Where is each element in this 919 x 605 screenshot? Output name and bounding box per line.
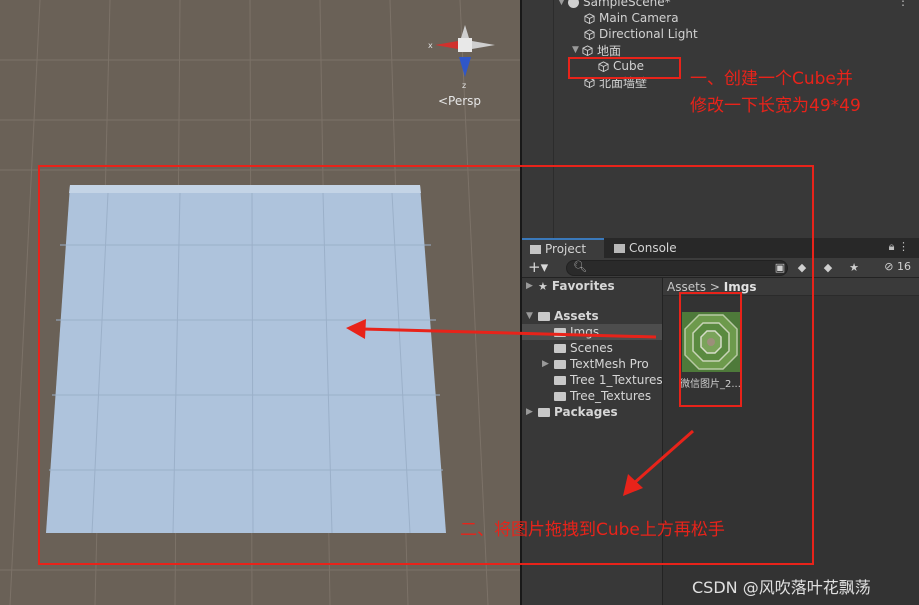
fold-arrow-icon[interactable]: ▼ [572,45,582,55]
hidden-packages-toggle[interactable]: ⊘ 16 [884,260,911,273]
hierarchy-item-directional-light[interactable]: Directional Light [584,26,698,42]
hierarchy-item-label: 地面 [597,43,622,58]
projection-toggle[interactable]: <Persp [438,94,481,108]
annotation-step1-line2: 修改一下长宽为49*49 [690,96,861,116]
gameobject-icon [584,12,595,24]
label-icon[interactable]: ◆ [820,260,836,276]
gizmo-z-label: z [462,81,466,90]
gameobject-icon [584,28,595,40]
eye-slash-icon: ⊘ [884,260,894,273]
gizmo-x-label: x [428,41,433,50]
hierarchy-item-label: Directional Light [599,27,698,41]
annotation-step2: 二、将图片拖拽到Cube上方再松手 [460,520,725,540]
hierarchy-item-main-camera[interactable]: Main Camera [584,10,679,26]
annotation-cube-box [568,57,681,79]
annotation-asset-box [679,292,742,407]
lock-icon[interactable]: 🔒︎ ⋮ [889,240,909,254]
fold-arrow-icon[interactable]: ▼ [558,0,568,7]
hidden-count: 16 [897,260,911,273]
gameobject-icon [582,44,593,56]
favorite-star-icon[interactable]: ★ [846,260,862,276]
hierarchy-item-ground[interactable]: ▼ 地面 [572,42,621,58]
hierarchy-scene-row[interactable]: ▼ SampleScene* [558,0,671,10]
hierarchy-item-label: Main Camera [599,11,679,25]
unity-scene-icon [568,0,579,8]
annotation-step1-line1: 一、创建一个Cube并 [690,69,853,89]
more-options-icon[interactable]: ⋮ [897,0,909,8]
csdn-watermark: CSDN @风吹落叶花飘荡 [692,578,871,597]
scene-name: SampleScene* [583,0,671,9]
